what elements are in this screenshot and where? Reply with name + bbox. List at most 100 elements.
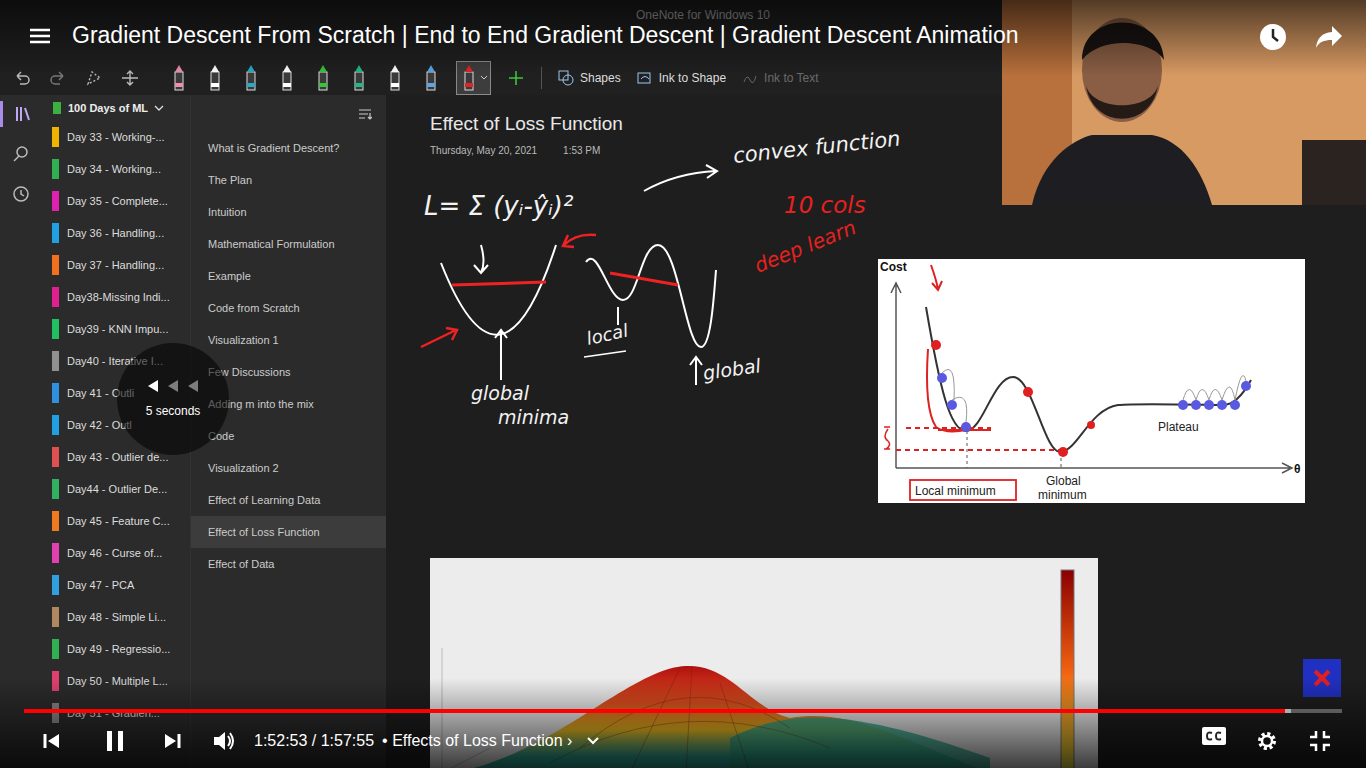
settings-icon[interactable]: [1255, 729, 1279, 753]
section-item[interactable]: Day44 - Outlier De...: [42, 473, 190, 505]
page-item[interactable]: Intuition: [191, 196, 386, 228]
chord-line: [610, 273, 678, 285]
section-item[interactable]: Day 37 - Handling...: [42, 249, 190, 281]
exit-fullscreen-icon[interactable]: [1309, 730, 1331, 752]
notebook-header[interactable]: 100 Days of ML: [42, 95, 190, 121]
section-item[interactable]: Day 49 - Regressio...: [42, 633, 190, 665]
section-item[interactable]: Day 48 - Simple Li...: [42, 601, 190, 633]
next-icon[interactable]: [162, 731, 182, 751]
section-item[interactable]: Day 33 - Working-...: [42, 121, 190, 153]
section-item[interactable]: Day 47 - PCA: [42, 569, 190, 601]
share-icon[interactable]: [1314, 24, 1344, 50]
search-button[interactable]: [0, 141, 42, 167]
page-item[interactable]: Visualization 1: [191, 324, 386, 356]
page-name: The Plan: [208, 174, 252, 186]
section-name: Day 43 - Outlier de...: [67, 451, 169, 463]
ink-red-note: deep learn: [751, 215, 860, 277]
arrow-icon: [495, 330, 507, 380]
section-name: Day 49 - Regressio...: [67, 643, 170, 655]
section-color: [52, 447, 59, 467]
page-title[interactable]: Effect of Loss Function: [430, 113, 623, 135]
ink-global-minima: minima: [498, 406, 569, 428]
section-item[interactable]: Day 34 - Working...: [42, 153, 190, 185]
video-title[interactable]: Gradient Descent From Scratch | End to E…: [72, 22, 1018, 49]
page-item[interactable]: Effect of Data: [191, 548, 386, 580]
notebook-name: 100 Days of ML: [68, 102, 148, 114]
section-color: [52, 543, 59, 563]
section-item[interactable]: Day38-Missing Indi...: [42, 281, 190, 313]
section-color: [52, 159, 59, 179]
seek-indicator: 5 seconds: [117, 343, 229, 455]
previous-icon[interactable]: [42, 731, 62, 751]
pages-panel: What is Gradient Descent? The Plan Intuiti…: [190, 95, 386, 768]
section-color: [52, 575, 59, 595]
menu-icon[interactable]: [28, 26, 52, 46]
watch-later-icon[interactable]: [1258, 22, 1288, 52]
section-color: [52, 191, 59, 211]
chapter-button[interactable]: • Effects of Loss Function ›: [382, 732, 572, 750]
section-color: [52, 287, 59, 307]
page-item[interactable]: Effect of Loss Function: [191, 516, 386, 548]
page-item[interactable]: Example: [191, 260, 386, 292]
controls-shade: [0, 678, 1366, 768]
chevron-down-icon[interactable]: [586, 736, 600, 746]
page-name: Visualization 1: [208, 334, 279, 346]
notebooks-button[interactable]: [0, 101, 42, 127]
section-item[interactable]: Day39 - KNN Impu...: [42, 313, 190, 345]
ink-formula: L= Σ (yᵢ-ŷᵢ)²: [424, 191, 573, 221]
sort-icon[interactable]: [358, 108, 372, 120]
page-item[interactable]: Visualization 2: [191, 452, 386, 484]
nav-rail: [0, 95, 42, 768]
rewind-icon: [148, 380, 198, 392]
section-item[interactable]: Day 36 - Handling...: [42, 217, 190, 249]
ink-local: local: [584, 320, 629, 349]
section-name: Day 37 - Handling...: [67, 259, 164, 271]
section-name: Day 35 - Complete...: [67, 195, 168, 207]
local-minimum-label: Local minimum: [915, 484, 996, 498]
section-color: [52, 479, 59, 499]
captions-icon: [1201, 726, 1227, 746]
section-name: Day 48 - Simple Li...: [67, 611, 166, 623]
page-item[interactable]: Effect of Learning Data: [191, 484, 386, 516]
section-color: [52, 319, 59, 339]
ink-red-note: 10 cols: [784, 192, 866, 218]
page-item[interactable]: Mathematical Formulation: [191, 228, 386, 260]
section-name: Day 33 - Working-...: [67, 131, 165, 143]
section-item[interactable]: Day 35 - Complete...: [42, 185, 190, 217]
progress-bar[interactable]: [24, 709, 1342, 713]
page-name: Visualization 2: [208, 462, 279, 474]
section-name: Day44 - Outlier De...: [67, 483, 167, 495]
section-color: [52, 383, 59, 403]
section-name: Day 36 - Handling...: [67, 227, 164, 239]
video-player[interactable]: OneNote for Windows 10ShapesInk to Shape…: [0, 0, 1366, 768]
page-item[interactable]: What is Gradient Descent?: [191, 132, 386, 164]
arrow-icon: [421, 328, 457, 347]
time-display: 1:52:53 / 1:57:55: [254, 732, 374, 750]
volume-icon[interactable]: [212, 730, 236, 752]
recent-button[interactable]: [0, 181, 42, 207]
arrow-icon: [474, 245, 488, 273]
underline: [584, 351, 626, 357]
page-name: Effect of Loss Function: [208, 526, 320, 538]
page-name: What is Gradient Descent?: [208, 142, 339, 154]
video-title-bar: Gradient Descent From Scratch | End to E…: [0, 0, 1366, 76]
page-date: Thursday, May 20, 2021: [430, 145, 537, 156]
global-minimum-label: Global: [1046, 474, 1081, 488]
section-color: [52, 511, 59, 531]
pages-header: [191, 95, 386, 132]
clock-icon: [12, 185, 30, 203]
page-item[interactable]: The Plan: [191, 164, 386, 196]
page-name: Code from Scratch: [208, 302, 300, 314]
section-item[interactable]: Day 46 - Curse of...: [42, 537, 190, 569]
global-minimum-label: minimum: [1038, 488, 1087, 502]
captions-button[interactable]: [1201, 726, 1227, 756]
page-meta: Thursday, May 20, 2021 1:53 PM: [430, 145, 600, 156]
x-axis-label: θ: [1294, 462, 1301, 476]
library-icon: [14, 105, 32, 123]
section-item[interactable]: Day 45 - Feature C...: [42, 505, 190, 537]
page-time: 1:53 PM: [563, 145, 600, 156]
section-color: [52, 255, 59, 275]
ink-note: convex function: [732, 127, 902, 168]
page-item[interactable]: Code from Scratch: [191, 292, 386, 324]
play-pause-icon[interactable]: [104, 729, 126, 753]
